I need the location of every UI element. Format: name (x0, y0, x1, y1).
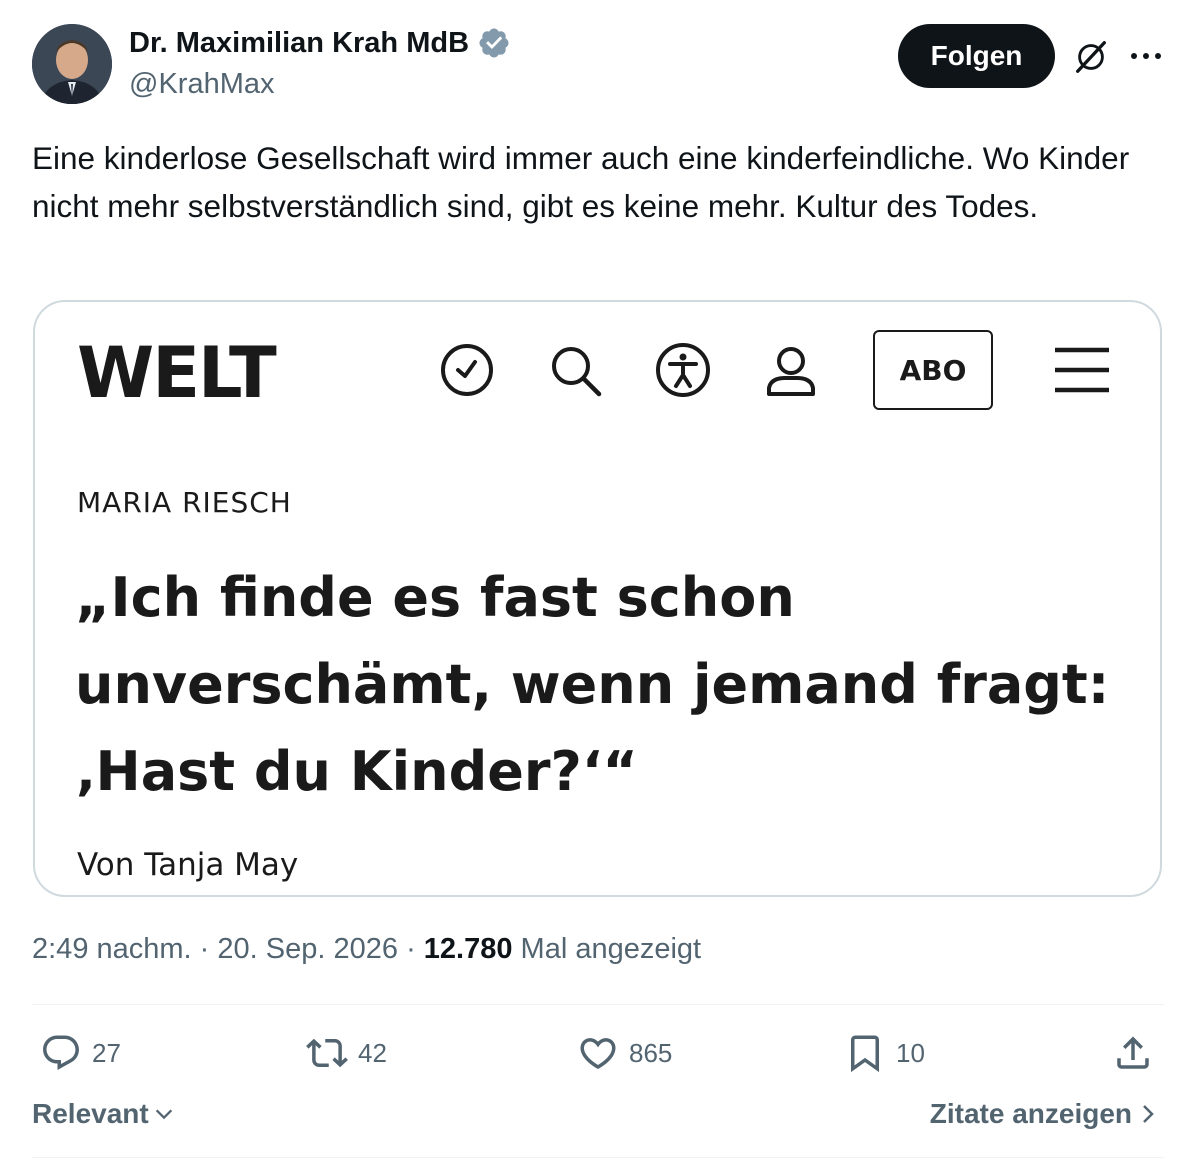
tweet-date[interactable]: 20. Sep. 2026 (217, 933, 398, 965)
retweet-icon (306, 1038, 348, 1068)
link-preview-card[interactable]: WELT ABO MARIA RIESCH „Ich finde es fast… (33, 300, 1162, 897)
retweet-button[interactable]: 42 (306, 1032, 387, 1074)
author-name[interactable]: Dr. Maximilian Krah MdB (129, 27, 469, 60)
accessibility-icon (656, 343, 710, 397)
quotes-label: Zitate anzeigen (929, 1098, 1132, 1129)
grok-icon[interactable] (1072, 38, 1110, 76)
meta-separator: · (199, 933, 218, 965)
user-icon (767, 347, 815, 396)
like-count: 865 (629, 1037, 673, 1068)
article-author-kicker: MARIA RIESCH (77, 486, 292, 519)
reply-icon (43, 1035, 79, 1070)
clock-icon (441, 344, 493, 396)
search-icon (552, 347, 602, 397)
bookmark-icon (851, 1035, 879, 1073)
divider (32, 1157, 1164, 1158)
more-icon[interactable] (1128, 48, 1164, 64)
chevron-right-icon (1143, 1105, 1154, 1123)
avatar-image (32, 24, 112, 104)
welt-logo: WELT (77, 332, 277, 414)
tweet-meta: 2:49 nachm. · 20. Sep. 2026 · 12.780 Mal… (32, 933, 701, 966)
meta-separator: · (406, 933, 424, 965)
bookmark-button[interactable]: 10 (844, 1032, 925, 1074)
view-quotes-link[interactable]: Zitate anzeigen (930, 1098, 1158, 1130)
verified-badge-icon (479, 28, 509, 58)
divider (32, 1004, 1164, 1005)
heart-icon (580, 1038, 616, 1070)
retweet-count: 42 (358, 1037, 387, 1068)
share-button[interactable] (1112, 1032, 1154, 1074)
tweet-time[interactable]: 2:49 nachm. (32, 933, 192, 965)
article-byline: Von Tanja May (77, 847, 299, 883)
hamburger-menu-icon (1055, 347, 1109, 393)
tweet-text: Eine kinderlose Gesellschaft wird immer … (32, 140, 1130, 224)
follow-button[interactable]: Folgen (898, 24, 1055, 88)
views-count: 12.780 (423, 933, 513, 965)
bookmark-count: 10 (896, 1037, 925, 1068)
author-handle[interactable]: @KrahMax (129, 68, 274, 101)
like-button[interactable]: 865 (577, 1032, 672, 1074)
sort-dropdown[interactable]: Relevant (32, 1098, 175, 1130)
reply-count: 27 (92, 1037, 121, 1068)
share-icon (1117, 1036, 1149, 1069)
avatar[interactable] (32, 24, 112, 104)
author-name-row[interactable]: Dr. Maximilian Krah MdB (129, 26, 511, 60)
chevron-down-icon (155, 1109, 172, 1120)
abo-button: ABO (873, 330, 993, 410)
article-headline: „Ich finde es fast schon unverschämt, we… (75, 566, 1110, 803)
reply-button[interactable]: 27 (40, 1032, 121, 1074)
views-label: Mal angezeigt (520, 933, 702, 965)
sort-label: Relevant (32, 1098, 149, 1129)
